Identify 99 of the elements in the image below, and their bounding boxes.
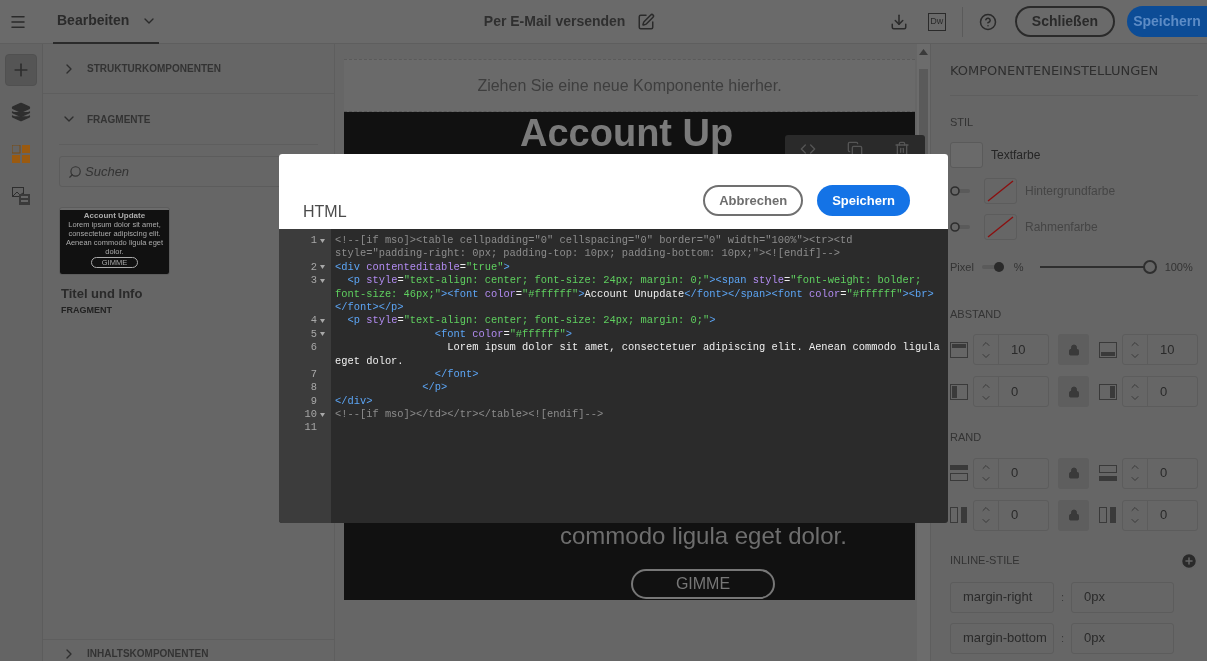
number-field[interactable]: 0 xyxy=(1122,376,1198,407)
fragment-name: Titel und Info xyxy=(61,285,144,303)
close-button[interactable]: Schließen xyxy=(1014,6,1115,37)
separator-colon: : xyxy=(1061,589,1065,605)
email-text: commodo ligula eget dolor. xyxy=(560,522,847,550)
field-value: 0 xyxy=(1159,464,1168,483)
search-icon xyxy=(68,165,82,179)
rail-button[interactable] xyxy=(5,54,37,86)
panel-title: KOMPONENTENEINSTELLUNGEN xyxy=(950,62,1160,80)
scroll-up-icon[interactable] xyxy=(919,49,928,55)
number-field[interactable]: 0 xyxy=(973,376,1049,407)
property-field[interactable]: margin-bottom xyxy=(950,622,1054,654)
code-line: style="padding-right: 0px; padding-top: 10px; padding-bottom: 10px;"><![endif]--> xyxy=(335,247,841,260)
lock-icon xyxy=(1067,343,1080,356)
number-field[interactable]: 0 xyxy=(973,499,1049,531)
side-icon xyxy=(1099,507,1117,523)
unit-label: % xyxy=(1013,260,1024,275)
save-button[interactable]: Speichern xyxy=(817,185,910,216)
field-value: 0 xyxy=(1010,506,1019,525)
code-line: <!--[if mso]></td></tr></table><![endif]--> xyxy=(335,408,604,421)
code-line: <!--[if mso]><table cellpadding="0" cellspacing="0" border="0" width="100%"><tr><td xyxy=(335,234,853,246)
code-line: </p> xyxy=(421,381,448,394)
line-number: 11 xyxy=(304,420,317,436)
line-number: 3 xyxy=(310,273,317,289)
number-field[interactable]: 10 xyxy=(1122,334,1198,365)
fold-icon[interactable] xyxy=(320,412,325,417)
line-number: 2 xyxy=(310,259,317,275)
lock-button[interactable] xyxy=(1058,334,1089,365)
line-number: 9 xyxy=(310,393,317,409)
code-line: <p style="text-align: center; font-size: 24px; margin: 0;"> xyxy=(346,314,716,327)
side-icon xyxy=(1099,465,1117,481)
delete-icon[interactable] xyxy=(893,141,910,157)
images-icon xyxy=(12,187,30,205)
line-number: 1 xyxy=(310,232,317,248)
side-icon xyxy=(950,341,968,358)
number-field[interactable]: 0 xyxy=(973,457,1049,489)
edit-icon[interactable] xyxy=(637,12,656,31)
lock-button[interactable] xyxy=(1058,376,1089,407)
copy-icon[interactable] xyxy=(847,141,863,157)
property-field[interactable]: margin-right xyxy=(950,581,1054,613)
line-number: 4 xyxy=(310,313,317,329)
line-number: 5 xyxy=(310,326,317,342)
line-number: 10 xyxy=(304,406,317,422)
fragment-type: FRAGMENT xyxy=(61,303,113,317)
side-icon xyxy=(950,383,968,400)
cancel-button[interactable]: Abbrechen xyxy=(703,185,804,216)
side-icon xyxy=(950,465,968,481)
code-line: font-size: 46px;"><font color="#ffffff">Account Unupdate</font></span><font color="#ffffff"><br> xyxy=(335,287,934,300)
value-field[interactable]: 0px xyxy=(1071,581,1175,613)
code-line: </font></p> xyxy=(335,300,404,313)
grid-icon xyxy=(12,145,30,163)
line-number: 6 xyxy=(310,340,317,355)
unit-toggle[interactable] xyxy=(981,262,1004,273)
side-icon xyxy=(1099,383,1117,400)
separator-colon: : xyxy=(1061,630,1065,646)
dreamweaver-button[interactable]: Dw xyxy=(927,12,946,31)
line-number: 7 xyxy=(310,366,317,382)
lock-button[interactable] xyxy=(1058,457,1089,489)
lock-icon xyxy=(1067,385,1080,398)
dialog-title: HTML xyxy=(303,201,347,222)
download-icon[interactable] xyxy=(889,12,908,31)
code-line: <font color="#ffffff"> xyxy=(433,327,572,340)
help-icon[interactable] xyxy=(978,12,997,31)
lock-icon xyxy=(1067,467,1080,479)
fold-icon[interactable] xyxy=(320,278,325,283)
field-value: 0 xyxy=(1159,382,1168,401)
slider-thumb[interactable] xyxy=(1142,260,1157,275)
lock-button[interactable] xyxy=(1058,499,1089,531)
color-label: Textfarbe xyxy=(991,147,1041,164)
number-field[interactable]: 10 xyxy=(973,334,1049,365)
value-field[interactable]: 0px xyxy=(1071,622,1175,654)
field-value: 0 xyxy=(1010,382,1019,401)
code-line: eget dolor. xyxy=(335,354,404,367)
number-field[interactable]: 0 xyxy=(1122,457,1198,489)
code-line: <div contenteditable="true"> xyxy=(335,260,510,273)
fold-icon[interactable] xyxy=(320,332,325,337)
document-title: Per E-Mail versenden xyxy=(483,12,626,31)
field-value: 10 xyxy=(1010,340,1026,359)
side-icon xyxy=(1099,341,1117,358)
code-line: <p style="text-align: center; font-size: 24px; margin: 0;"><span style="font-weight: bolder; xyxy=(346,274,922,287)
fold-icon[interactable] xyxy=(320,238,325,243)
field-value: 0 xyxy=(1010,464,1019,483)
code-icon[interactable] xyxy=(800,141,817,157)
save-button[interactable]: Speichern xyxy=(1127,6,1207,37)
code-line: </div> xyxy=(335,394,373,407)
layers-icon xyxy=(11,102,31,122)
side-icon xyxy=(950,507,968,523)
email-title: Account Up xyxy=(520,113,734,153)
fold-icon[interactable] xyxy=(320,319,325,324)
fold-icon[interactable] xyxy=(320,265,325,270)
add-icon[interactable] xyxy=(1180,551,1198,570)
code-line: Lorem ipsum dolor sit amet, consectetuer adipiscing elit. Aenean commodo ligula xyxy=(446,341,940,354)
field-value: 10 xyxy=(1159,340,1175,359)
line-number: 8 xyxy=(310,380,317,396)
lock-icon xyxy=(1067,509,1080,521)
field-value: 0 xyxy=(1159,506,1168,525)
number-field[interactable]: 0 xyxy=(1122,499,1198,531)
code-line: </font> xyxy=(433,367,479,380)
thumbnail-title: Account Update xyxy=(83,211,146,220)
